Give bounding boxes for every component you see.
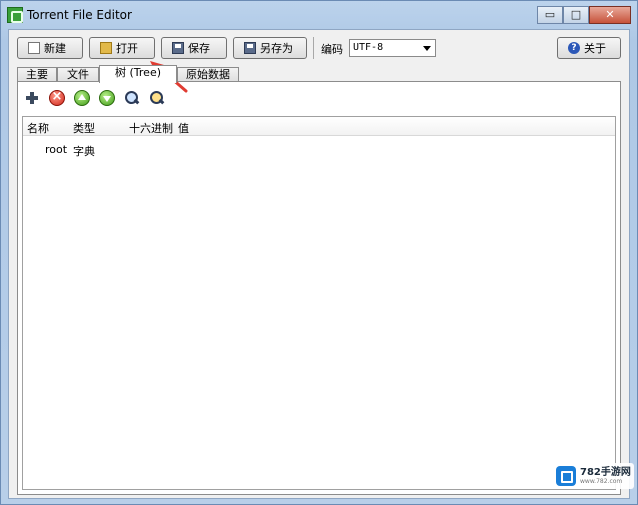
toolbar-separator <box>313 37 314 59</box>
tree-icon-bar <box>24 89 174 108</box>
watermark-main-text: 782手游网 <box>580 466 631 478</box>
find-next-icon[interactable] <box>149 90 165 106</box>
tab-tree[interactable]: 树 (Tree) <box>99 65 177 83</box>
find-icon[interactable] <box>124 90 140 106</box>
tree-row-name: root <box>45 143 68 156</box>
maximize-button[interactable]: □ <box>563 6 589 24</box>
app-window: Torrent File Editor ▭ □ ✕ 新建 打开 保存 另存为 编… <box>0 0 638 505</box>
save-button[interactable]: 保存 <box>161 37 227 59</box>
tab-main[interactable]: 主要 <box>17 67 57 82</box>
tree-panel: 名称 类型 十六进制 值 root 字典 <box>17 81 621 495</box>
floppy-disk-icon <box>244 42 256 54</box>
column-header-type[interactable]: 类型 <box>73 120 95 136</box>
encoding-label: 编码 <box>321 43 343 56</box>
help-icon: ? <box>568 42 580 54</box>
watermark-logo-icon <box>556 466 576 486</box>
watermark-sub-text: www.782.com <box>580 477 623 485</box>
chevron-down-icon <box>423 46 431 51</box>
tab-files[interactable]: 文件 <box>57 67 99 82</box>
window-controls: ▭ □ ✕ <box>537 6 631 24</box>
encoding-value: UTF-8 <box>353 42 384 53</box>
move-up-icon[interactable] <box>74 90 90 106</box>
floppy-disk-icon <box>172 42 184 54</box>
client-area: 新建 打开 保存 另存为 编码 UTF-8 ? 关于 主要 文件 树 (Tree… <box>8 29 630 499</box>
window-title: Torrent File Editor <box>27 8 132 22</box>
save-button-label: 保存 <box>188 42 210 55</box>
tree-row[interactable]: root 字典 <box>23 143 615 159</box>
encoding-select[interactable]: UTF-8 <box>349 39 436 57</box>
delete-icon[interactable] <box>49 89 65 106</box>
title-bar[interactable]: Torrent File Editor ▭ □ ✕ <box>1 1 637 29</box>
column-header-hex[interactable]: 十六进制 <box>129 120 173 136</box>
about-button[interactable]: ? 关于 <box>557 37 621 59</box>
save-as-button-label: 另存为 <box>260 42 293 55</box>
move-down-icon[interactable] <box>99 90 115 106</box>
new-button[interactable]: 新建 <box>17 37 83 59</box>
app-logo-icon <box>7 7 23 23</box>
about-button-label: 关于 <box>584 42 606 55</box>
new-file-icon <box>28 42 40 54</box>
site-watermark: 782手游网 www.782.com <box>554 463 634 489</box>
new-button-label: 新建 <box>44 42 66 55</box>
column-header-name[interactable]: 名称 <box>27 120 49 136</box>
toolbar: 新建 打开 保存 另存为 编码 UTF-8 ? 关于 <box>17 37 621 61</box>
column-header-value[interactable]: 值 <box>178 120 189 136</box>
tab-raw-data[interactable]: 原始数据 <box>177 67 239 82</box>
tree-row-type: 字典 <box>73 145 95 158</box>
minimize-button[interactable]: ▭ <box>537 6 563 24</box>
close-button[interactable]: ✕ <box>589 6 631 24</box>
open-button-label: 打开 <box>116 42 138 55</box>
tree-header: 名称 类型 十六进制 值 <box>23 117 615 136</box>
tree-view[interactable]: 名称 类型 十六进制 值 root 字典 <box>22 116 616 490</box>
watermark-text: 782手游网 www.782.com <box>580 467 631 486</box>
save-as-button[interactable]: 另存为 <box>233 37 307 59</box>
open-button[interactable]: 打开 <box>89 37 155 59</box>
folder-icon <box>100 42 112 54</box>
add-icon[interactable] <box>24 90 40 106</box>
